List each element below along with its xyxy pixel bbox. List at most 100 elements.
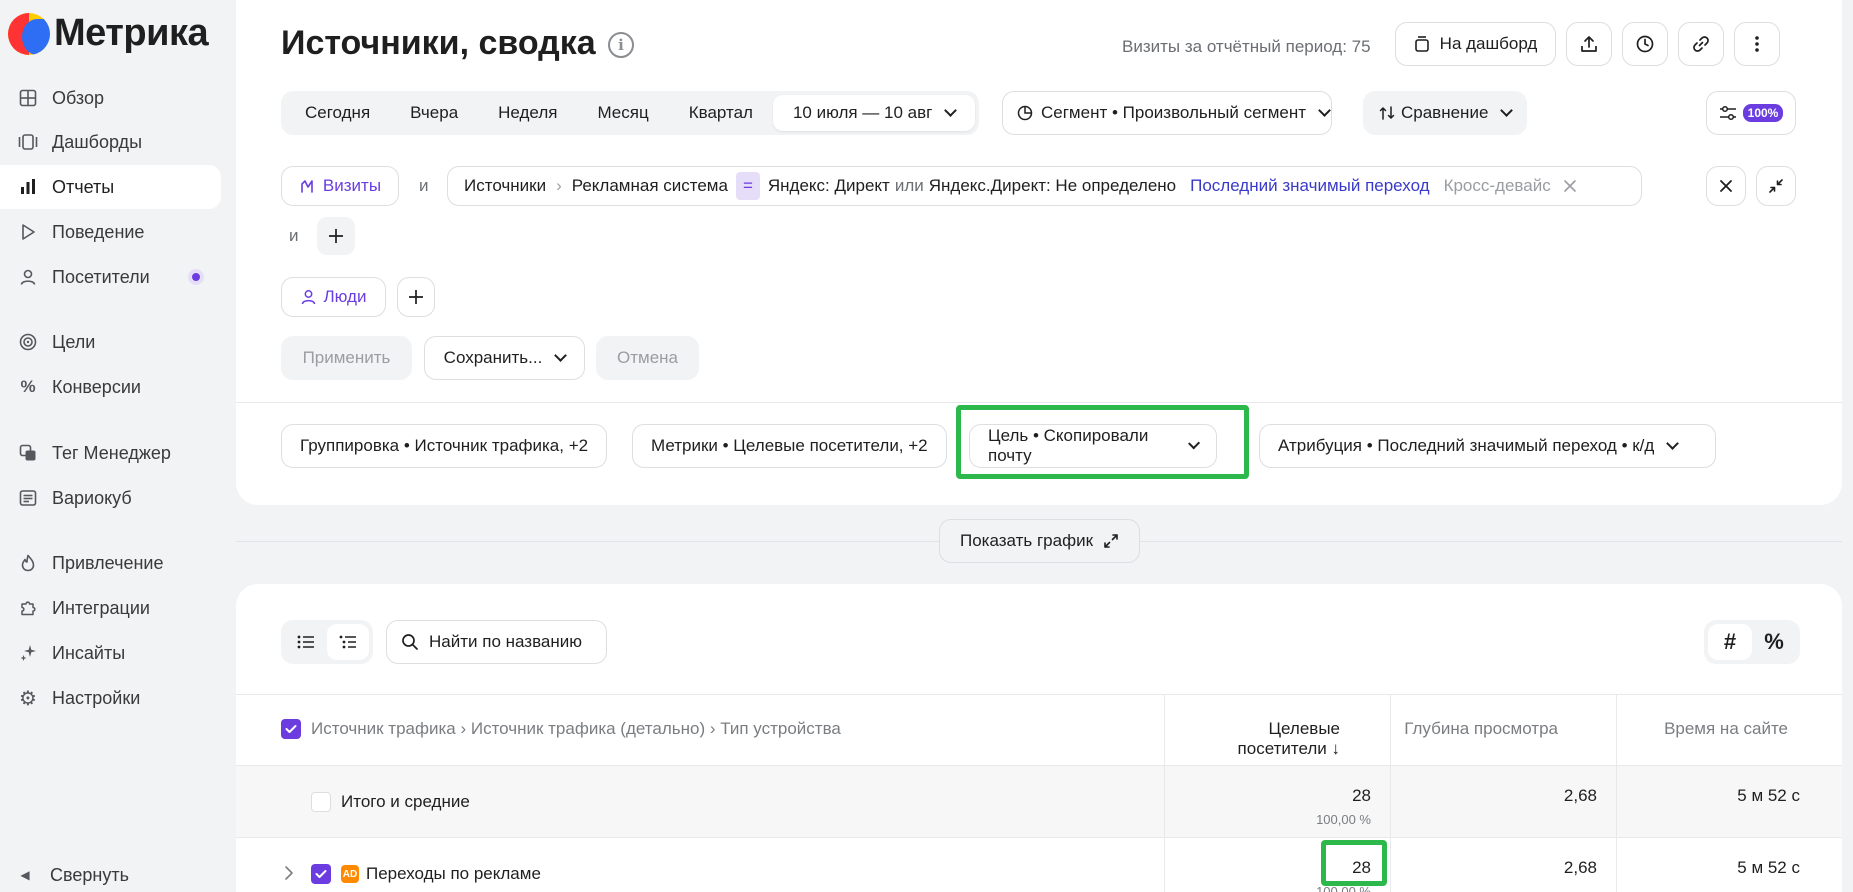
sidebar-collapse-button[interactable]: ◀ Свернуть [0,858,221,892]
cross-device-label[interactable]: Кросс-девайс [1444,176,1551,196]
dimensions-path[interactable]: Источник трафика › Источник трафика (дет… [311,719,841,739]
filter-operator[interactable]: = [735,172,760,200]
sidebar-item-tag-manager[interactable]: Тег Менеджер [0,431,221,475]
sidebar-item-acquisition[interactable]: Привлечение [0,541,221,585]
table-header: Источник трафика › Источник трафика (дет… [236,694,1842,767]
sidebar-item-reports[interactable]: Отчеты [0,165,221,209]
segment-selector[interactable]: Сегмент • Произвольный сегмент [1002,91,1332,135]
chevron-down-icon [1318,104,1331,117]
people-filter-chip[interactable]: Люди [281,277,386,317]
collapse-icon [1768,178,1784,194]
column-header-time[interactable]: Время на сайте [1626,719,1788,739]
copy-link-button[interactable] [1678,22,1724,66]
sidebar-item-label: Обзор [52,87,104,108]
collapse-filters-button[interactable] [1756,166,1796,206]
attribution-link[interactable]: Последний значимый переход [1190,176,1429,196]
row-checkbox[interactable] [311,864,331,884]
add-condition-button[interactable] [317,217,355,255]
expand-icon [1103,533,1119,549]
period-month[interactable]: Месяц [577,95,668,131]
period-quarter[interactable]: Квартал [669,95,773,131]
column-header-depth[interactable]: Глубина просмотра [1396,719,1558,739]
tree-view-button[interactable] [327,624,369,660]
sidebar-item-settings[interactable]: ⚙ Настройки [0,676,221,720]
total-visitors: 28 [1352,786,1371,805]
attribution-selector[interactable]: Атрибуция • Последний значимый переход •… [1259,424,1716,468]
compare-selector[interactable]: Сравнение [1363,91,1527,135]
column-divider [1616,766,1617,838]
total-label: Итого и средние [341,792,470,811]
table-row[interactable]: AD Переходы по рекламе 28 100,00 % 2,68 … [236,838,1842,892]
more-button[interactable] [1734,22,1780,66]
column-divider [1390,838,1391,892]
logo-text: Метрика [54,12,209,54]
period-week[interactable]: Неделя [478,95,577,131]
sidebar-item-visitors[interactable]: Посетители [0,255,221,299]
sidebar-item-label: Тег Менеджер [52,442,171,463]
gear-icon: ⚙ [19,687,37,710]
more-vertical-icon [1754,35,1760,53]
visits-count-text: Визиты за отчётный период: 75 [1122,37,1371,56]
absolute-values-button[interactable]: # [1708,624,1752,660]
sidebar-item-dashboards[interactable]: Дашборды [0,120,221,164]
remove-condition-icon[interactable] [1563,179,1577,193]
sampling-button[interactable]: 100% [1706,91,1796,135]
divider [236,402,1842,403]
row-label[interactable]: Переходы по рекламе [366,864,541,884]
to-dashboard-label: На дашборд [1439,34,1538,53]
metrics-selector[interactable]: Метрики • Целевые посетители, +2 [632,424,947,468]
sidebar-item-conversions[interactable]: % Конверсии [0,365,221,409]
grouping-selector[interactable]: Группировка • Источник трафика, +2 [281,424,608,468]
add-people-filter-button[interactable] [397,277,435,317]
dashboards-icon [18,132,38,152]
info-icon[interactable]: i [608,32,634,58]
percent-icon: % [20,377,36,396]
show-chart-button[interactable]: Показать график [939,519,1140,563]
collapse-arrow-icon: ◀ [20,868,30,882]
flat-list-view-button[interactable] [285,624,327,660]
sliders-icon [1719,105,1737,121]
row-depth: 2,68 [1563,858,1597,877]
cancel-button[interactable]: Отмена [596,336,699,380]
export-button[interactable] [1566,22,1612,66]
expand-row-chevron-icon[interactable] [284,865,294,881]
visits-filter-chip[interactable]: Визиты [281,166,399,206]
history-button[interactable] [1622,22,1668,66]
save-segment-button[interactable]: Сохранить... [424,336,585,380]
sidebar-item-variocube[interactable]: Вариокуб [0,476,221,520]
filter-value-undefined: Яндекс.Директ: Не определено [928,176,1177,195]
column-header-target-visitors[interactable]: Целевые посетители ↓ [1180,719,1340,759]
sidebar-item-overview[interactable]: Обзор [0,76,221,120]
sidebar-item-label: Поведение [52,221,145,242]
to-dashboard-button[interactable]: На дашборд [1395,22,1556,66]
sidebar-item-integrations[interactable]: Интеграции [0,586,221,630]
table-search-input[interactable]: Найти по названию [386,620,607,664]
sidebar-item-label: Цели [52,331,96,352]
percent-values-button[interactable]: % [1752,624,1796,660]
tag-manager-icon [18,443,38,463]
source-filter-condition[interactable]: Источники › Рекламная система = Яндекс: … [447,166,1642,206]
value-format-toggle: # % [1704,620,1800,664]
segment-pie-icon [1017,105,1033,121]
apply-button[interactable]: Применить [281,336,412,380]
period-yesterday[interactable]: Вчера [390,95,478,131]
highlight-row-visitors [1321,840,1387,886]
period-today[interactable]: Сегодня [285,95,390,131]
sidebar-item-behavior[interactable]: Поведение [0,210,221,254]
ad-badge-icon: AD [341,865,359,883]
select-all-checkbox[interactable] [281,719,301,739]
new-badge-dot [188,269,204,285]
clear-filters-button[interactable] [1706,166,1746,206]
sidebar-item-insights[interactable]: Инсайты [0,631,221,675]
date-range-picker[interactable]: 10 июля — 10 авг [772,95,976,131]
sidebar-item-goals[interactable]: Цели [0,320,221,364]
sparkle-icon [18,643,38,663]
sidebar-item-label: Привлечение [52,552,164,573]
target-icon [18,332,38,352]
metrika-logo[interactable]: Метрика [8,12,209,55]
sidebar-item-label: Посетители [52,266,150,287]
total-row-checkbox[interactable] [311,792,331,812]
column-divider [1616,838,1617,892]
chevron-down-icon [554,349,568,362]
sidebar-item-label: Вариокуб [52,487,132,508]
